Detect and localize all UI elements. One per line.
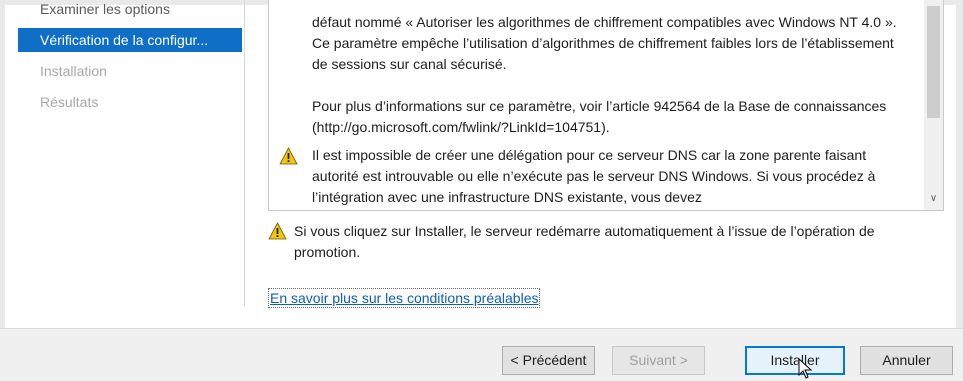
wizard-footer: < Précédent Suivant > Installer Annuler bbox=[0, 328, 963, 381]
wizard-steps-sidebar: Examiner les options Vérification de la … bbox=[5, 0, 242, 320]
prerequisites-link[interactable]: En savoir plus sur les conditions préala… bbox=[268, 288, 541, 308]
step-examiner-options[interactable]: Examiner les options bbox=[18, 0, 242, 21]
content-divider bbox=[244, 0, 245, 306]
result-message-text: Il est impossible de créer une délégatio… bbox=[312, 147, 876, 205]
previous-button[interactable]: < Précédent bbox=[502, 346, 595, 375]
cancel-button[interactable]: Annuler bbox=[860, 346, 953, 375]
scrollbar-thumb[interactable] bbox=[927, 6, 940, 118]
step-installation: Installation bbox=[40, 63, 107, 79]
window-frame-right bbox=[956, 0, 963, 380]
install-button[interactable]: Installer bbox=[745, 346, 845, 375]
restart-warning-text: Si vous cliquez sur Installer, le serveu… bbox=[294, 223, 875, 260]
results-scrollbar[interactable]: ∨ bbox=[924, 0, 943, 210]
mouse-cursor-icon bbox=[798, 358, 813, 379]
warning-icon bbox=[268, 222, 287, 240]
result-message-text: Pour plus d’informations sur ce paramètr… bbox=[312, 98, 887, 135]
next-button: Suivant > bbox=[612, 346, 705, 375]
prerequisites-results-panel[interactable]: défaut nommé « Autoriser les algorithmes… bbox=[268, 0, 944, 211]
warning-icon bbox=[279, 147, 298, 165]
step-resultats: Résultats bbox=[40, 94, 99, 110]
scroll-down-arrow-icon[interactable]: ∨ bbox=[924, 192, 943, 206]
result-message-text: défaut nommé « Autoriser les algorithmes… bbox=[312, 14, 897, 72]
step-verification-configuration[interactable]: Vérification de la configur... bbox=[18, 28, 242, 52]
